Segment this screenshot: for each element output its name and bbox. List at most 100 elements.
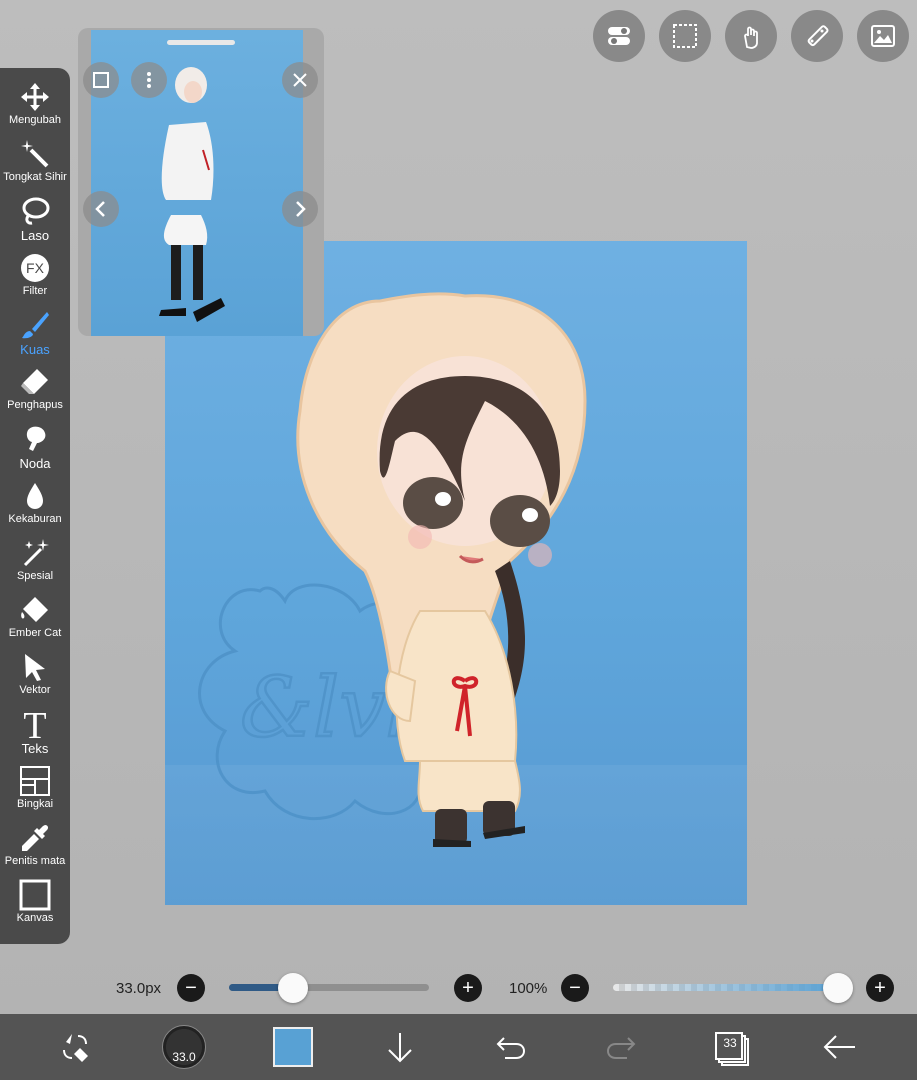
chibi-artwork: &lvk [198, 292, 587, 847]
plus-icon: + [874, 977, 886, 999]
cursor-arrow-icon [18, 651, 52, 683]
tool-bucket[interactable]: Ember Cat [0, 591, 70, 648]
reference-fit-button[interactable] [83, 62, 119, 98]
svg-text:T: T [23, 707, 46, 741]
sparkle-icon [18, 537, 52, 569]
import-down-button[interactable] [380, 1014, 420, 1080]
back-button[interactable] [818, 1014, 862, 1080]
size-increase-button[interactable]: + [454, 974, 482, 1002]
reference-close-button[interactable] [282, 62, 318, 98]
square-icon [93, 72, 109, 88]
tool-blur[interactable]: Kekaburan [0, 477, 70, 534]
tool-magic-wand[interactable]: Tongkat Sihir [0, 135, 70, 192]
close-icon [293, 73, 307, 87]
opacity-label: 100% [509, 980, 548, 997]
current-color-swatch [273, 1027, 313, 1067]
redo-button[interactable] [600, 1014, 642, 1080]
minus-icon: − [185, 977, 197, 999]
tool-label: Noda [19, 456, 51, 471]
brush-slider-row: 33.0px − + 100% − + [0, 966, 917, 1010]
opacity-slider[interactable] [613, 984, 838, 991]
bottom-toolbar: 33.0 33 [0, 1014, 917, 1080]
text-t-icon: T [18, 707, 52, 741]
tool-vector[interactable]: Vektor [0, 648, 70, 705]
canvas-square-icon [18, 879, 52, 911]
color-picker-button[interactable] [272, 1014, 314, 1080]
tool-label: Tongkat Sihir [3, 171, 67, 183]
tool-label: Mengubah [9, 114, 61, 126]
brush-size-slider[interactable] [229, 984, 429, 991]
opacity-decrease-button[interactable]: − [561, 974, 589, 1002]
reference-next-button[interactable] [282, 191, 318, 227]
tool-lasso[interactable]: Laso [0, 192, 70, 249]
tool-frame[interactable]: Bingkai [0, 762, 70, 819]
opacity-increase-button[interactable]: + [866, 974, 894, 1002]
magic-wand-icon [18, 138, 52, 170]
tool-label: Bingkai [16, 798, 54, 810]
tool-eyedropper[interactable]: Penitis mata [0, 819, 70, 876]
droplet-icon [18, 480, 52, 512]
chevron-right-icon [296, 201, 306, 217]
reference-prev-button[interactable] [83, 191, 119, 227]
toggle-switch-icon[interactable] [593, 10, 645, 62]
brush-size-label: 33.0px [116, 980, 162, 997]
image-reference-icon[interactable] [857, 10, 909, 62]
tool-label: Spesial [16, 570, 54, 582]
paint-bucket-icon [18, 594, 52, 626]
quick-tool-switch-button[interactable] [52, 1014, 98, 1080]
tool-label: Filter [22, 285, 48, 297]
size-decrease-button[interactable]: − [177, 974, 205, 1002]
frame-icon [18, 765, 52, 797]
brush-preview-value: 33.0 [172, 1050, 196, 1064]
reference-menu-button[interactable] [131, 62, 167, 98]
plus-icon: + [462, 977, 474, 999]
reference-photo [91, 30, 303, 336]
tool-sidebar: Mengubah Tongkat Sihir Laso FX Filter Ku… [0, 68, 70, 944]
arrow-down-icon [388, 1033, 412, 1063]
smudge-icon [18, 423, 52, 455]
tool-canvas[interactable]: Kanvas [0, 876, 70, 933]
minus-icon: − [569, 977, 581, 999]
tool-label: Kekaburan [8, 513, 62, 525]
eyedropper-icon [18, 822, 52, 854]
tool-label: Kanvas [16, 912, 54, 924]
undo-button[interactable] [490, 1014, 532, 1080]
ruler-icon[interactable] [791, 10, 843, 62]
more-vertical-icon [147, 72, 151, 88]
reference-drag-handle[interactable] [167, 40, 235, 45]
tool-text[interactable]: T Teks [0, 705, 70, 762]
eraser-icon [18, 366, 52, 398]
drawing-canvas[interactable]: &lvk [165, 241, 747, 905]
lasso-icon [18, 195, 52, 227]
tool-brush[interactable]: Kuas [0, 306, 70, 363]
reference-window[interactable] [78, 28, 324, 336]
top-toolbar [593, 10, 909, 62]
move-arrows-icon [18, 81, 52, 113]
opacity-fill [613, 984, 838, 991]
opacity-knob[interactable] [823, 973, 853, 1003]
svg-text:FX: FX [26, 260, 45, 276]
layers-icon: 33 [715, 1032, 749, 1066]
brush-eraser-switch-icon [63, 1034, 88, 1062]
undo-icon [496, 1037, 526, 1059]
tool-move[interactable]: Mengubah [0, 78, 70, 135]
touch-gesture-icon[interactable] [725, 10, 777, 62]
tool-filter[interactable]: FX Filter [0, 249, 70, 306]
chevron-left-icon [95, 201, 105, 217]
tool-label: Vektor [19, 684, 51, 696]
selection-rect-icon[interactable] [659, 10, 711, 62]
brush-preview-button[interactable]: 33.0 [162, 1014, 206, 1080]
layers-button[interactable]: 33 [710, 1014, 750, 1080]
tool-eraser[interactable]: Penghapus [0, 363, 70, 420]
tool-smudge[interactable]: Noda [0, 420, 70, 477]
layer-count: 33 [723, 1036, 737, 1050]
tool-label: Penghapus [7, 399, 63, 411]
tool-label: Laso [20, 228, 50, 243]
brush-size-knob[interactable] [278, 973, 308, 1003]
redo-icon [606, 1037, 636, 1059]
brush-preview: 33.0 [162, 1025, 206, 1069]
tool-special[interactable]: Spesial [0, 534, 70, 591]
tool-label: Kuas [20, 342, 50, 357]
brush-icon [18, 309, 52, 341]
tool-label: Penitis mata [4, 855, 66, 867]
